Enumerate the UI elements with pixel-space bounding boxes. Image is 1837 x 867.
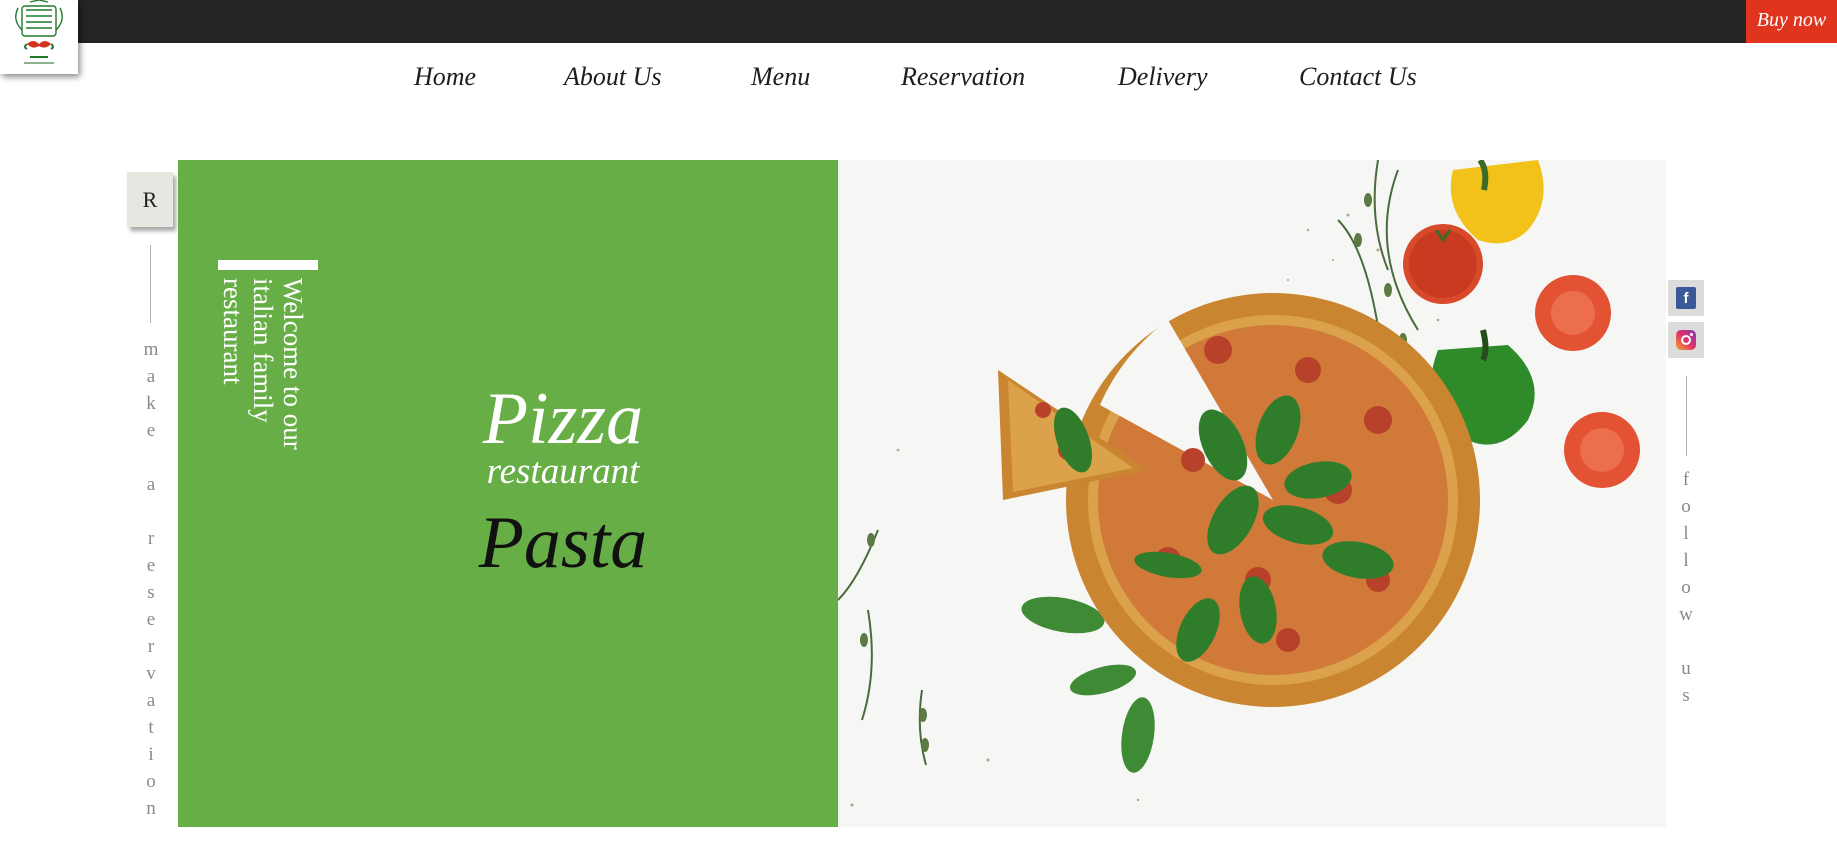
pizza-photo-illustration: [838, 160, 1666, 827]
letter: r: [147, 636, 155, 657]
letter: a: [146, 474, 156, 495]
facebook-link[interactable]: f: [1668, 280, 1704, 316]
letter: s: [1682, 685, 1690, 706]
letter: [140, 498, 162, 525]
nav-item-about-us[interactable]: About Us: [564, 62, 662, 92]
letter: o: [1681, 577, 1691, 598]
hero-title-restaurant: restaurant: [486, 451, 640, 492]
letter: e: [146, 420, 156, 441]
main-nav: Home About Us Menu Reservation Delivery …: [0, 62, 1837, 104]
hero-photo: [838, 160, 1666, 827]
nav-item-delivery[interactable]: Delivery: [1118, 62, 1208, 92]
welcome-text-block: Welcome to our italian family restaurant: [218, 278, 308, 548]
letter: u: [1681, 658, 1691, 679]
right-divider: [1686, 376, 1687, 456]
letter: l: [1683, 550, 1689, 571]
nav-item-home[interactable]: Home: [414, 62, 476, 92]
letter: [1675, 628, 1697, 655]
nav-item-reservation[interactable]: Reservation: [901, 62, 1025, 92]
letter: l: [1683, 523, 1689, 544]
hero-title-pasta: Pasta: [478, 502, 648, 584]
letter: s: [147, 582, 155, 603]
letter: i: [148, 744, 154, 765]
follow-us-label: f o l l o w u s: [1675, 466, 1697, 709]
make-a-reservation-link[interactable]: m a k e a r e s e r v a t i o n: [140, 336, 162, 822]
facebook-icon: f: [1676, 287, 1696, 309]
instagram-icon: [1676, 330, 1696, 350]
reservation-badge[interactable]: R: [127, 172, 173, 227]
welcome-accent-bar: [218, 260, 318, 270]
letter: f: [1682, 469, 1690, 490]
letter: n: [146, 798, 156, 819]
nav-item-menu[interactable]: Menu: [751, 62, 810, 92]
letter: o: [146, 771, 156, 792]
instagram-link[interactable]: [1668, 322, 1704, 358]
hero-green-panel: Welcome to our italian family restaurant…: [178, 160, 838, 827]
letter: e: [146, 555, 156, 576]
letter: o: [1681, 496, 1691, 517]
left-divider: [150, 245, 151, 323]
letter: w: [1679, 604, 1693, 625]
hero-title-pizza: Pizza: [482, 378, 644, 460]
letter: [140, 444, 162, 471]
welcome-text: Welcome to our italian family restaurant: [218, 278, 308, 450]
letter: e: [146, 609, 156, 630]
letter: r: [147, 528, 155, 549]
buy-now-button[interactable]: Buy now: [1746, 0, 1837, 43]
top-bar: Buy now: [0, 0, 1837, 43]
letter: k: [146, 393, 156, 414]
letter: v: [146, 663, 156, 684]
nav-item-contact-us[interactable]: Contact Us: [1299, 62, 1417, 92]
letter: m: [143, 339, 159, 360]
letter: a: [146, 366, 156, 387]
letter: a: [146, 690, 156, 711]
letter: t: [148, 717, 154, 738]
